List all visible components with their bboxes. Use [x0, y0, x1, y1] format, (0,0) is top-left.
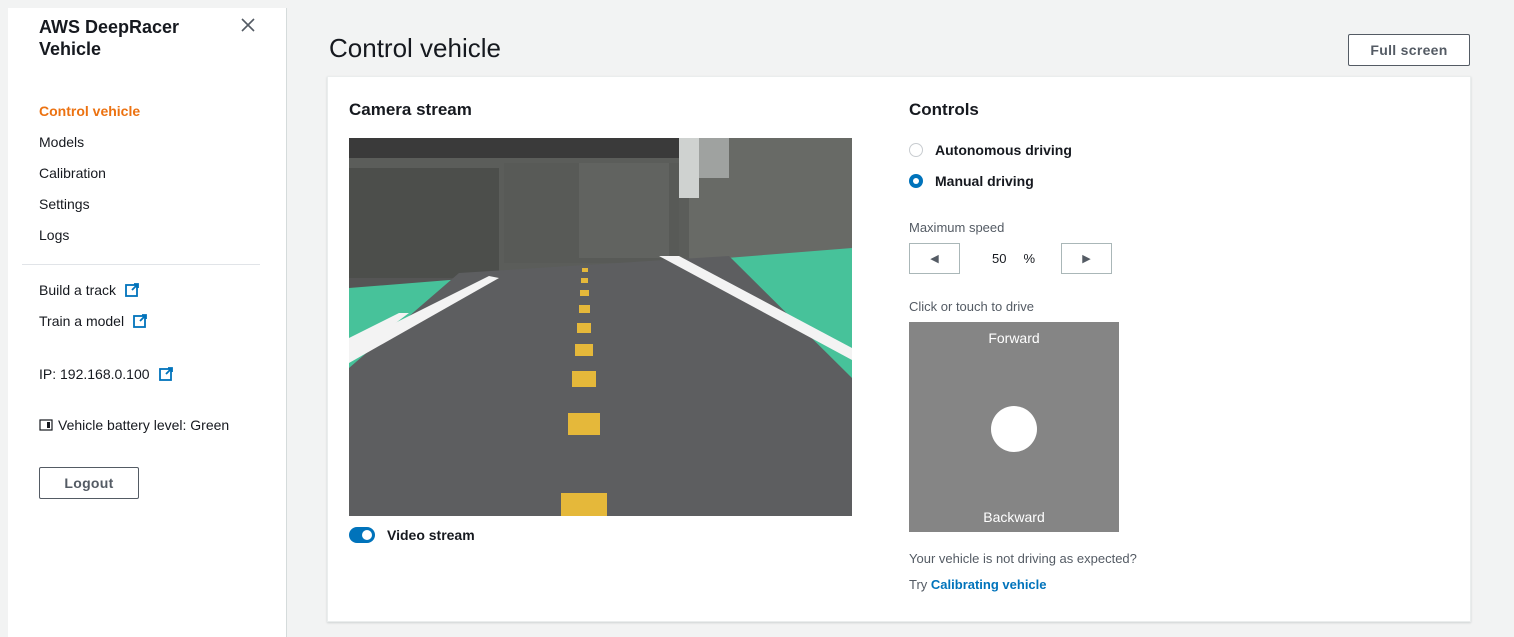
external-link-icon	[124, 282, 140, 298]
sidebar-item-calibration[interactable]: Calibration	[39, 158, 269, 189]
drive-knob[interactable]	[991, 406, 1037, 452]
sidebar-nav: Control vehicle Models Calibration Setti…	[39, 96, 269, 251]
camera-stream-heading: Camera stream	[349, 100, 472, 119]
sidebar-item-settings[interactable]: Settings	[39, 189, 269, 220]
triangle-right-icon: ▶	[1082, 253, 1091, 265]
build-track-label: Build a track	[39, 282, 117, 298]
video-stream-toggle[interactable]	[349, 527, 375, 543]
battery-icon	[39, 418, 53, 432]
drive-instruction-label: Click or touch to drive	[909, 299, 1034, 314]
sidebar-divider	[22, 264, 260, 265]
max-speed-unit: %	[1023, 251, 1036, 266]
max-speed-value: 50 %	[975, 243, 1048, 274]
try-calibrating-row: Try Calibrating vehicle	[909, 577, 1047, 592]
radio-unselected	[909, 143, 923, 157]
max-speed-number: 50	[992, 251, 1007, 266]
decrease-speed-button[interactable]: ◀	[909, 243, 960, 274]
sidebar-title: AWS DeepRacer Vehicle	[39, 17, 180, 59]
sidebar-item-logs[interactable]: Logs	[39, 220, 269, 251]
triangle-left-icon: ◀	[930, 253, 939, 265]
ip-link[interactable]: IP: 192.168.0.100	[39, 366, 174, 382]
camera-image	[349, 138, 852, 516]
drive-touch-pad[interactable]: Forward Backward	[909, 322, 1119, 532]
train-model-link[interactable]: Train a model	[39, 313, 148, 329]
forward-label: Forward	[988, 330, 1040, 346]
increase-speed-button[interactable]: ▶	[1061, 243, 1112, 274]
radio-selected	[909, 174, 923, 188]
autonomous-driving-label: Autonomous driving	[935, 142, 1072, 158]
autonomous-driving-radio[interactable]: Autonomous driving	[909, 142, 1072, 158]
train-model-label: Train a model	[39, 313, 125, 329]
external-link-icon	[158, 366, 174, 382]
page-title: Control vehicle	[329, 33, 501, 63]
manual-driving-radio[interactable]: Manual driving	[909, 173, 1034, 189]
battery-label: Vehicle battery level: Green	[58, 417, 230, 433]
build-track-link[interactable]: Build a track	[39, 282, 140, 298]
battery-status: Vehicle battery level: Green	[39, 417, 229, 433]
help-text: Your vehicle is not driving as expected?	[909, 551, 1137, 566]
logout-button[interactable]: Logout	[39, 467, 139, 499]
video-stream-label: Video stream	[387, 527, 475, 543]
ip-label: IP: 192.168.0.100	[39, 366, 150, 382]
max-speed-label: Maximum speed	[909, 220, 1005, 235]
backward-label: Backward	[983, 509, 1045, 525]
full-screen-button[interactable]: Full screen	[1348, 34, 1470, 66]
sidebar-item-models[interactable]: Models	[39, 127, 269, 158]
video-stream-toggle-row: Video stream	[349, 527, 475, 543]
close-icon[interactable]	[237, 14, 259, 36]
calibrating-vehicle-link[interactable]: Calibrating vehicle	[931, 577, 1047, 592]
sidebar-item-control-vehicle[interactable]: Control vehicle	[39, 96, 269, 127]
camera-stream-view	[349, 138, 852, 516]
controls-heading: Controls	[909, 100, 979, 119]
manual-driving-label: Manual driving	[935, 173, 1034, 189]
try-prefix: Try	[909, 577, 931, 592]
external-link-icon	[132, 313, 148, 329]
